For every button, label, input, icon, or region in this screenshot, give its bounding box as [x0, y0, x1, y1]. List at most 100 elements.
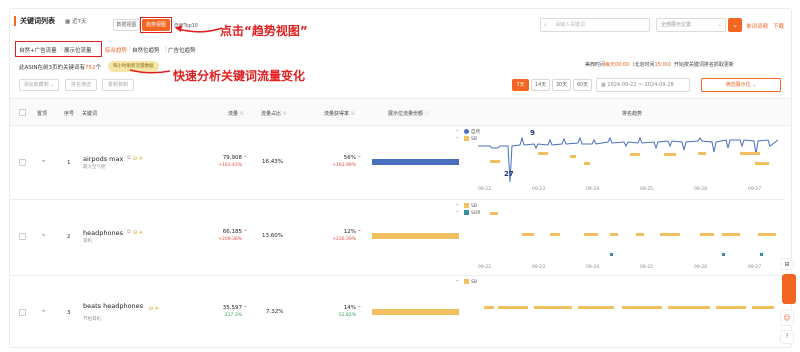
sor-point — [722, 253, 725, 256]
arrow-annotation-icon — [175, 25, 223, 33]
row-checkbox[interactable] — [19, 309, 26, 316]
legend-trend-icon[interactable]: ⌁ — [456, 210, 459, 215]
placement-share-bar — [372, 233, 459, 239]
side-help-icon[interactable]: ? — [780, 330, 794, 344]
trend-icon[interactable]: ⌁ — [244, 154, 247, 160]
trend-icon[interactable]: ⌁ — [244, 228, 247, 234]
table-header: 置顶 序号 关键词 流量 ⇅ 流量占比 ⇅ 流量获得率 ⇅ 展示位流量份额 ⓘ … — [10, 98, 791, 126]
tab-ad-trend[interactable]: 广告位趋势 — [168, 46, 196, 54]
add-favorite-button[interactable]: 添加收藏到 ⌄ — [19, 79, 59, 91]
rate-change: +162.99% — [332, 163, 356, 168]
trend-icon[interactable]: ⌁ — [358, 154, 361, 160]
col-traffic-share[interactable]: 流量占比 ⇅ — [261, 110, 287, 117]
date-range-picker[interactable]: ▦ 2024-09-22 ～ 2024-09-28 — [596, 78, 690, 92]
placement-share-bar — [372, 159, 459, 165]
side-feedback-button[interactable] — [782, 274, 796, 304]
sb-segment — [578, 306, 614, 309]
tab-natural-trend[interactable]: 自然位趋势 — [132, 46, 160, 54]
sb-segment — [664, 153, 676, 156]
table-row: ⌖ 1 airpods max ⧉ ⛁ ✈ 最大空气舱 79,908 ⌁ +16… — [10, 126, 785, 200]
sb-segment — [630, 153, 640, 156]
range-30d-button[interactable]: 30天 — [552, 79, 571, 91]
collapse-button[interactable]: ⌄ — [728, 18, 742, 32]
traffic-rate: 12% — [343, 229, 356, 235]
trend-icon[interactable]: ⌁ — [358, 304, 361, 310]
keyword-translation: 耳机 — [83, 239, 92, 244]
trend-icon[interactable]: ⌁ — [358, 228, 361, 234]
info-icon: ⓘ — [424, 111, 430, 117]
col-keyword: 关键词 — [82, 111, 98, 117]
sort-icon: ⇅ — [282, 111, 287, 117]
sb-segment — [534, 306, 572, 309]
col-traffic-rate[interactable]: 流量获得率 ⇅ — [324, 110, 355, 117]
keyword-search-input[interactable]: ⌕ 请输入关键词 — [540, 18, 650, 32]
side-chat-icon[interactable]: ☺ — [780, 310, 794, 326]
copy-keywords-button[interactable]: 复制复制 — [102, 79, 134, 91]
sb-segment — [550, 233, 560, 236]
copy-icon[interactable]: ⧉ — [127, 229, 131, 235]
x-axis-label: 09-27 — [748, 265, 762, 270]
sor-point — [760, 253, 763, 256]
x-axis-label: 09-24 — [586, 187, 600, 192]
keyword-translation: 最大空气舱 — [83, 165, 106, 170]
legend-sor: SOR — [464, 210, 481, 216]
range-7d-button[interactable]: 7天 — [512, 79, 529, 91]
side-apps-icon[interactable]: ⊞ — [780, 258, 794, 270]
keyword-count-summary: 此ASIN在前3页的关键词有752个 — [19, 65, 102, 71]
sort-icon: ⇅ — [239, 111, 244, 117]
legend-trend-icon[interactable]: ⌁ — [456, 279, 459, 284]
range-14d-button[interactable]: 14天 — [531, 79, 550, 91]
row-checkbox[interactable] — [19, 233, 26, 240]
low-label: 27 — [504, 170, 514, 178]
legend-trend-icon[interactable]: ⌁ — [456, 203, 459, 208]
filter-placement-button[interactable]: 筛选展示位 ⌄ — [701, 78, 781, 92]
range-60d-button[interactable]: 60天 — [573, 79, 592, 91]
date-range[interactable]: ▦ 近7天 — [65, 17, 86, 25]
chevron-down-icon: ⌄ — [50, 82, 55, 88]
legend-trend-icon[interactable]: ⌁ — [456, 136, 459, 141]
row-index: 2 — [67, 234, 71, 240]
sb-segment — [490, 160, 500, 163]
row-checkbox[interactable] — [19, 159, 26, 166]
amazon-icon[interactable]: ⛁ ✈ — [133, 156, 143, 162]
col-rank-trend: 排名趋势 — [622, 111, 643, 117]
sb-segment — [584, 162, 590, 165]
pin-icon[interactable]: ⌖ — [42, 232, 45, 240]
x-axis-label: 09-24 — [586, 265, 600, 270]
keyword-text[interactable]: beats headphones — [83, 302, 143, 310]
data-view-button[interactable]: 数据视图 — [113, 19, 140, 31]
search-icon: ⌕ — [544, 22, 547, 28]
select-all-checkbox[interactable] — [19, 109, 26, 116]
legend-trend-icon[interactable]: ⌁ — [456, 129, 459, 134]
traffic-share: 13.60% — [262, 233, 283, 239]
sb-segment — [622, 306, 662, 309]
trend-icon[interactable]: ⌁ — [244, 304, 247, 310]
tab-natural-ad-traffic[interactable]: 自然+广告流量 — [19, 46, 57, 54]
pin-icon[interactable]: ⌖ — [42, 158, 45, 166]
position-select[interactable]: 全部展示位置 ⌄ — [656, 18, 726, 32]
amazon-icon[interactable]: ⛁ ✈ — [133, 230, 143, 236]
amazon-icon[interactable]: ⛁ ✈ — [149, 306, 159, 312]
analyze-hint-annotation: 快速分析关键词流量变化 — [173, 69, 306, 83]
rate-change: -22.82% — [337, 313, 356, 318]
x-axis-label: 09-26 — [694, 187, 708, 192]
rank-filter-button[interactable]: 排名筛选 — [65, 79, 97, 91]
tab-placement-traffic[interactable]: 展示位流量 — [64, 46, 92, 54]
single-trend-link[interactable]: 单词词频 — [746, 22, 768, 30]
keyword-text[interactable]: headphones — [83, 229, 123, 237]
tab-overall-trend[interactable]: 综合趋势 — [105, 46, 127, 54]
x-axis-label: 09-23 — [532, 187, 546, 192]
traffic-rate: 56% — [343, 155, 356, 161]
sb-segment — [636, 233, 644, 236]
copy-icon[interactable]: ⧉ — [127, 155, 131, 161]
sb-segment — [570, 155, 576, 158]
download-link[interactable]: 下载 — [773, 22, 784, 30]
pin-icon[interactable]: ⌖ — [42, 308, 45, 316]
traffic-share: 16.43% — [262, 159, 283, 165]
x-axis-label: 09-26 — [694, 265, 708, 270]
highlight-box-trend — [140, 17, 172, 33]
sb-segment — [755, 162, 769, 165]
sb-segment — [700, 233, 714, 236]
keyword-text[interactable]: airpods max — [83, 155, 123, 163]
col-traffic[interactable]: 流量 ⇅ — [228, 110, 244, 117]
